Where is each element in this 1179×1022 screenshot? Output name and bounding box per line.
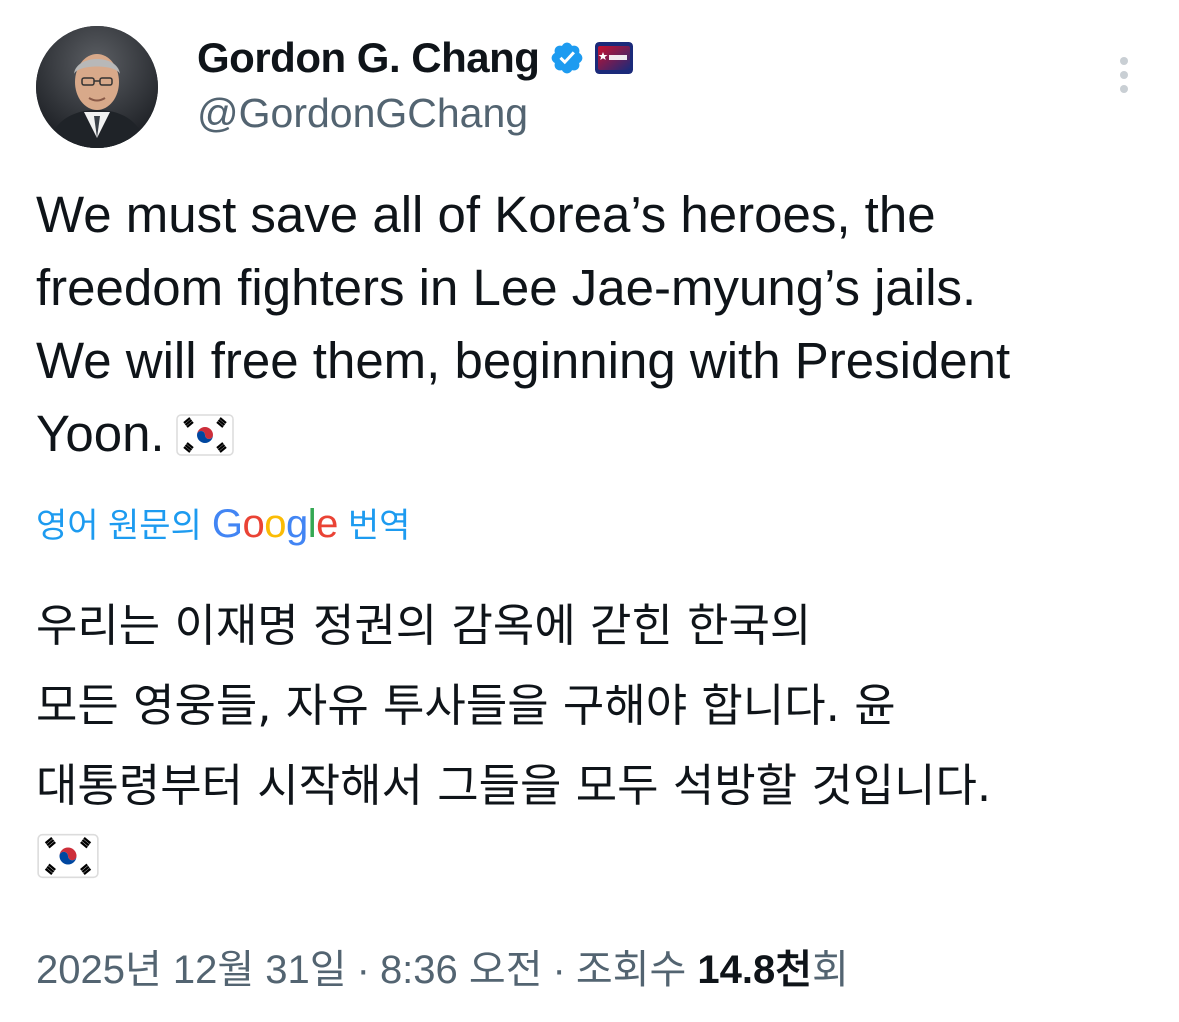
author-name-row: Gordon G. Chang — [197, 32, 634, 84]
tweet-metadata: 2025년 12월 31일 · 8:36 오전 · 조회수 14.8천 회 — [36, 942, 849, 998]
google-letter: o — [242, 502, 265, 546]
author-handle[interactable]: @GordonGChang — [197, 88, 528, 138]
tweet-card: Gordon G. Chang @GordonGChang We must sa… — [0, 0, 1179, 1022]
tweet-text: We must save all of Korea’s heroes, the … — [36, 178, 1156, 470]
tweet-time[interactable]: 8:36 오전 — [380, 942, 543, 998]
tweet-date[interactable]: 2025년 12월 31일 — [36, 942, 347, 998]
more-options-icon[interactable] — [1108, 52, 1140, 98]
translation-attribution[interactable]: 영어 원문의 Google 번역 — [36, 500, 410, 550]
views-label: 조회수 — [575, 948, 687, 992]
translated-text: 우리는 이재명 정권의 감옥에 갇힌 한국의 모든 영웅들, 자유 투사들을 구… — [36, 599, 992, 812]
south-korea-flag-icon — [36, 830, 100, 882]
cpac-affiliation-icon[interactable] — [595, 42, 634, 74]
google-letter: l — [307, 502, 317, 546]
avatar-image — [36, 26, 158, 148]
views-suffix: 회 — [812, 948, 849, 992]
translation-label-prefix: 영어 원문의 — [36, 507, 202, 545]
translation-label-suffix: 번역 — [347, 507, 411, 545]
avatar[interactable] — [36, 26, 158, 148]
south-korea-flag-icon — [175, 411, 235, 459]
google-letter: G — [211, 502, 243, 546]
separator: · — [552, 948, 566, 992]
author-display-name[interactable]: Gordon G. Chang — [197, 32, 540, 84]
google-letter: o — [264, 502, 286, 546]
views-count[interactable]: 14.8천 — [697, 942, 812, 998]
google-letter: e — [316, 502, 338, 546]
google-logo: Google — [211, 500, 339, 548]
verified-badge-icon[interactable] — [549, 40, 585, 76]
separator: · — [356, 948, 370, 992]
google-letter: g — [285, 502, 308, 546]
